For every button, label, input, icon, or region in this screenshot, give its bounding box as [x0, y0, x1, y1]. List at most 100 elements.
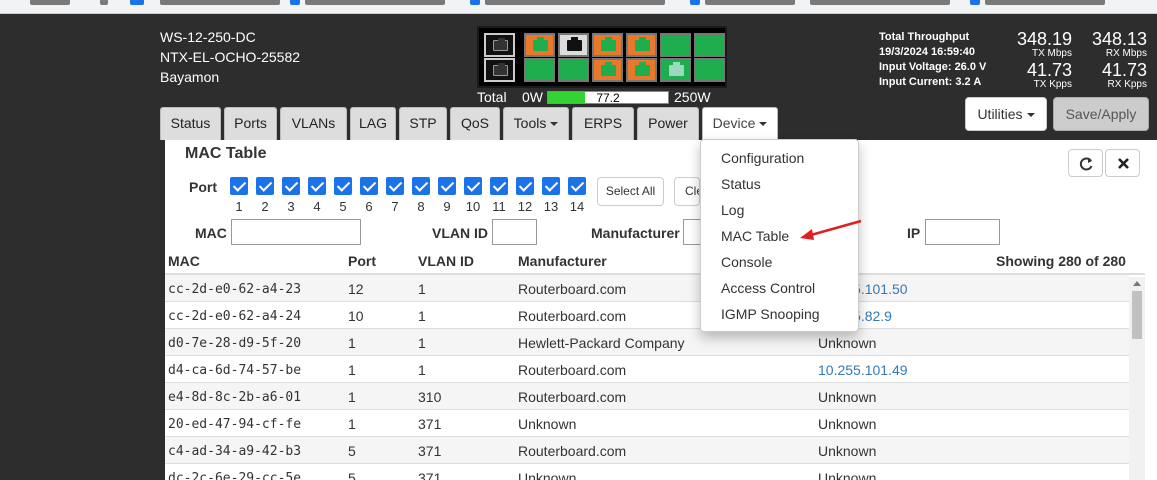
browser-favicon	[690, 0, 700, 5]
col-header-manufacturer[interactable]: Manufacturer	[518, 253, 607, 269]
menu-item-log[interactable]: Log	[721, 202, 744, 218]
ethernet-port[interactable]	[626, 58, 657, 82]
tab-erps[interactable]: ERPS	[572, 107, 634, 140]
ethernet-port[interactable]	[626, 33, 657, 57]
rx-kpps-stat: 41.73 RX Kpps	[1080, 61, 1147, 90]
select-all-button[interactable]: Select All	[597, 177, 664, 206]
ethernet-port[interactable]	[558, 58, 589, 82]
ethernet-port[interactable]	[694, 33, 725, 57]
panel-title: MAC Table	[185, 145, 267, 162]
port-filter-label: Port	[189, 179, 217, 195]
utilities-button[interactable]: Utilities	[965, 97, 1047, 131]
menu-item-igmp-snooping[interactable]: IGMP Snooping	[721, 306, 820, 322]
manufacturer-cell: Routerboard.com	[518, 443, 627, 459]
ethernet-port[interactable]	[592, 58, 623, 82]
tab-device[interactable]: Device	[702, 107, 778, 141]
ethernet-port[interactable]	[694, 58, 725, 82]
throughput-title: Total Throughput	[879, 31, 970, 43]
table-row[interactable]: cc-2d-e0-62-a4-24101Routerboard.com10.25…	[165, 302, 1129, 329]
tab-vlans[interactable]: VLANs	[280, 107, 347, 140]
ethernet-port[interactable]	[524, 33, 555, 57]
port-checkbox[interactable]	[308, 177, 326, 195]
tab-stp[interactable]: STP	[399, 107, 447, 140]
tab-label: QoS	[460, 115, 489, 131]
port-checkbox[interactable]	[412, 177, 430, 195]
vlan-cell: 1	[418, 335, 426, 351]
close-icon	[1118, 158, 1129, 169]
tab-label: STP	[409, 115, 437, 131]
port-checkbox[interactable]	[542, 177, 560, 195]
save-apply-button[interactable]: Save/Apply	[1053, 97, 1149, 131]
ip-filter-input[interactable]	[925, 219, 1000, 245]
scroll-up-arrow-icon[interactable]	[1133, 281, 1141, 286]
mac-filter-input[interactable]	[231, 219, 361, 245]
port-checkbox[interactable]	[334, 177, 352, 195]
port-checkbox[interactable]	[568, 177, 586, 195]
ethernet-port[interactable]	[558, 33, 589, 57]
port-checkbox[interactable]	[516, 177, 534, 195]
ethernet-port[interactable]	[660, 33, 691, 57]
sfp-port[interactable]	[484, 58, 515, 82]
ip-link[interactable]: 10.255.101.49	[818, 362, 908, 378]
table-row[interactable]: c4-ad-34-a9-42-b3 5 371 Routerboard.com Unkn…	[165, 437, 1129, 464]
tab-power[interactable]: Power	[637, 107, 699, 140]
input-current: Input Current: 3.2 A	[879, 76, 982, 88]
tab-tools[interactable]: Tools	[503, 107, 569, 140]
tab-ports[interactable]: Ports	[224, 107, 277, 140]
mac-cell: 20-ed-47-94-cf-fe	[168, 417, 302, 432]
browser-tab-fragment	[485, 0, 665, 5]
port-checkbox[interactable]	[360, 177, 378, 195]
table-row[interactable]: 20-ed-47-94-cf-fe 1 371 Unknown Unknown	[165, 410, 1129, 437]
manufacturer-filter-label: Manufacturer	[591, 225, 680, 241]
ethernet-port[interactable]	[524, 58, 555, 82]
port-checkbox[interactable]	[490, 177, 508, 195]
menu-item-mac-table[interactable]: MAC Table	[721, 228, 789, 244]
port-cell: 12	[348, 281, 364, 297]
table-row[interactable]: dc-2c-6e-29-cc-5e 5 371 Unknown Unknown	[165, 464, 1129, 480]
browser-tab-fragment	[810, 0, 950, 5]
refresh-button[interactable]	[1068, 149, 1103, 177]
port-checkbox-label: 8	[417, 199, 425, 214]
ip-filter-label: IP	[907, 225, 921, 241]
menu-item-console[interactable]: Console	[721, 254, 772, 270]
clear-button[interactable]: Clear	[674, 177, 700, 206]
device-hostname: NTX-EL-OCHO-25582	[160, 49, 301, 65]
tab-label: Power	[648, 115, 688, 131]
close-button[interactable]	[1105, 149, 1140, 177]
table-row[interactable]: d4-ca-6d-74-57-be 1 1 Routerboard.com 10.255…	[165, 356, 1129, 383]
port-checkbox[interactable]	[282, 177, 300, 195]
port-checkbox[interactable]	[256, 177, 274, 195]
port-checkbox[interactable]	[464, 177, 482, 195]
port-checkbox[interactable]	[386, 177, 404, 195]
chevron-down-icon	[550, 122, 559, 127]
menu-item-access-control[interactable]: Access Control	[721, 280, 815, 296]
table-row[interactable]: e4-8d-8c-2b-a6-01 1 310 Routerboard.com Unkn…	[165, 383, 1129, 410]
table-row[interactable]: cc-2d-e0-62-a4-23 12 1 Routerboard.com 10.25…	[165, 275, 1129, 302]
browser-toolbar-strip	[0, 0, 1157, 14]
tab-qos[interactable]: QoS	[450, 107, 500, 140]
menu-item-configuration[interactable]: Configuration	[721, 150, 804, 166]
port-checkbox[interactable]	[230, 177, 248, 195]
menu-item-status[interactable]: Status	[721, 176, 761, 192]
rx-mbps-unit: RX Mbps	[1105, 48, 1147, 59]
sfp-port[interactable]	[484, 33, 515, 57]
port-checkbox[interactable]	[438, 177, 456, 195]
port-checkbox-label: 6	[365, 199, 373, 214]
tab-label: ERPS	[583, 115, 623, 131]
vlan-filter-label: VLAN ID	[432, 225, 488, 241]
col-header-vlan[interactable]: VLAN ID	[418, 253, 474, 269]
col-header-port[interactable]: Port	[348, 253, 376, 269]
col-header-mac[interactable]: MAC	[168, 253, 200, 269]
ethernet-port[interactable]	[592, 33, 623, 57]
port-cell: 1	[348, 416, 356, 432]
tx-kpps-stat: 41.73 TX Kpps	[1005, 61, 1072, 90]
device-info: WS-12-250-DC NTX-EL-OCHO-25582 Bayamon	[160, 27, 300, 87]
tab-lag[interactable]: LAG	[350, 107, 396, 140]
ip-cell: Unknown	[818, 335, 877, 351]
table-scrollbar[interactable]	[1129, 277, 1145, 480]
tab-status[interactable]: Status	[160, 107, 221, 140]
table-row[interactable]: d0-7e-28-d9-5f-20 1 1 Hewlett-Packard Compa…	[165, 329, 1129, 356]
ethernet-port[interactable]	[660, 58, 691, 82]
vlan-filter-input[interactable]	[492, 219, 537, 245]
scrollbar-thumb[interactable]	[1132, 291, 1142, 339]
